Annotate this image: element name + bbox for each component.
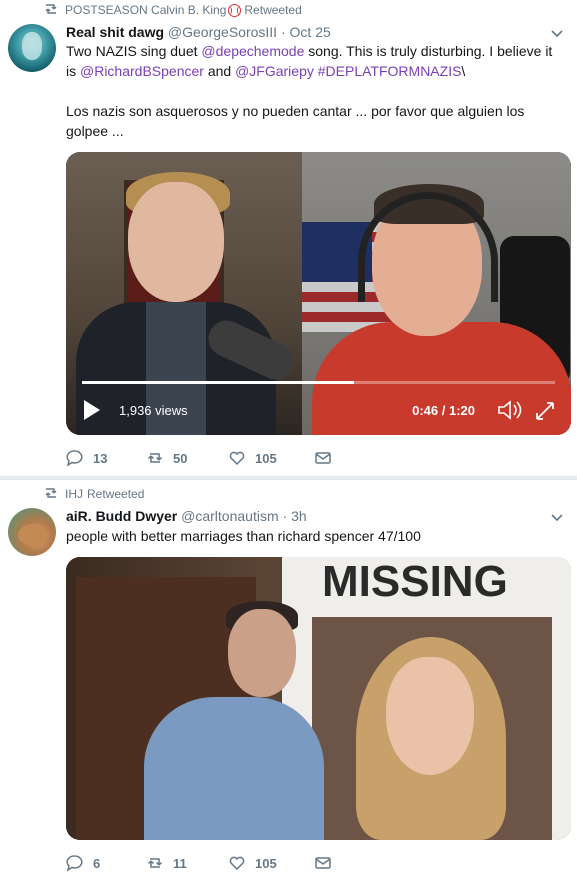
like-button[interactable]: 105 xyxy=(228,449,314,467)
separator: · xyxy=(280,24,286,40)
chevron-down-icon[interactable] xyxy=(551,514,563,522)
like-count: 105 xyxy=(255,855,277,871)
text-segment: Two NAZIS sing duet xyxy=(66,43,202,59)
man-head xyxy=(228,609,296,697)
play-icon[interactable] xyxy=(82,398,102,422)
retweet-context: POSTSEASON Calvin B. King Retweeted xyxy=(45,3,302,17)
tweet-header: aiR. Budd Dwyer @carltonautism · 3h xyxy=(66,508,547,524)
man-figure xyxy=(144,697,324,840)
tweet-text: people with better marriages than richar… xyxy=(66,528,421,544)
dm-icon xyxy=(315,452,331,464)
video-right-panel xyxy=(302,152,571,435)
poster-title: MISSING xyxy=(322,557,508,606)
tweet-header: Real shit dawg @GeorgeSorosIII · Oct 25 xyxy=(66,24,547,40)
chevron-down-icon[interactable] xyxy=(551,30,563,38)
mention-link[interactable]: @JFGariepy xyxy=(235,63,314,79)
fullscreen-icon[interactable] xyxy=(535,401,555,421)
hashtag-link[interactable]: #DEPLATFORMNAZIS xyxy=(318,63,462,79)
dm-button[interactable] xyxy=(314,449,332,467)
avatar[interactable] xyxy=(8,24,56,72)
retweet-icon xyxy=(45,4,57,14)
heart-icon xyxy=(229,856,245,871)
view-count: 1,936 views xyxy=(119,403,188,418)
retweet-count: 11 xyxy=(173,855,187,871)
retweet-icon xyxy=(147,453,163,463)
reply-count: 6 xyxy=(93,855,101,871)
retweet-button[interactable]: 50 xyxy=(146,449,228,467)
video-progress-bar[interactable] xyxy=(82,381,555,384)
tweet-image[interactable]: MISSING xyxy=(66,557,571,840)
handle[interactable]: @carltonautism xyxy=(181,508,278,524)
tweet-actions: 6 11 105 xyxy=(66,854,332,872)
reply-button[interactable]: 13 xyxy=(66,449,146,467)
display-name[interactable]: Real shit dawg xyxy=(66,24,164,40)
tweet-text-paragraph: Los nazis son asquerosos y no pueden can… xyxy=(66,103,525,139)
tweet-actions: 13 50 105 xyxy=(66,449,332,467)
reply-icon xyxy=(66,450,83,467)
retweet-count: 50 xyxy=(173,450,188,466)
avatar[interactable] xyxy=(8,508,56,556)
retweet-context: IHJ Retweeted xyxy=(45,487,145,501)
retweet-button[interactable]: 11 xyxy=(146,854,228,872)
mention-link[interactable]: @RichardBSpencer xyxy=(80,63,204,79)
retweeter-name[interactable]: IHJ xyxy=(65,487,83,501)
retweeted-label: Retweeted xyxy=(87,487,145,501)
display-name[interactable]: aiR. Budd Dwyer xyxy=(66,508,177,524)
retweeter-name[interactable]: POSTSEASON Calvin B. King xyxy=(65,3,226,17)
video-time: 0:46 / 1:20 xyxy=(412,403,475,418)
tweet[interactable]: POSTSEASON Calvin B. King Retweeted Real… xyxy=(0,0,577,476)
text-segment: \ xyxy=(461,63,466,79)
reply-count: 13 xyxy=(93,450,108,466)
text-segment: and xyxy=(203,63,236,79)
heart-icon xyxy=(229,451,245,466)
separator: · xyxy=(282,508,288,524)
like-count: 105 xyxy=(255,450,277,466)
tweet-text: Two NAZIS sing duet @depechemode song. T… xyxy=(66,41,565,81)
timestamp[interactable]: 3h xyxy=(291,508,307,524)
volume-icon[interactable] xyxy=(497,399,523,421)
retweeted-label: Retweeted xyxy=(244,3,302,17)
retweet-icon xyxy=(147,858,163,868)
baseball-emoji-icon xyxy=(228,3,242,17)
dm-button[interactable] xyxy=(314,854,332,872)
handle[interactable]: @GeorgeSorosIII xyxy=(168,24,277,40)
reply-button[interactable]: 6 xyxy=(66,854,146,872)
retweet-icon xyxy=(45,488,57,498)
reply-icon xyxy=(66,855,83,872)
poster-woman-face xyxy=(386,657,474,775)
video-player[interactable]: 1,936 views 0:46 / 1:20 xyxy=(66,152,571,435)
video-progress-fill xyxy=(82,381,354,384)
dm-icon xyxy=(315,857,331,869)
video-left-panel xyxy=(66,152,302,435)
timestamp[interactable]: Oct 25 xyxy=(290,24,331,40)
like-button[interactable]: 105 xyxy=(228,854,314,872)
mention-link[interactable]: @depechemode xyxy=(201,43,304,59)
